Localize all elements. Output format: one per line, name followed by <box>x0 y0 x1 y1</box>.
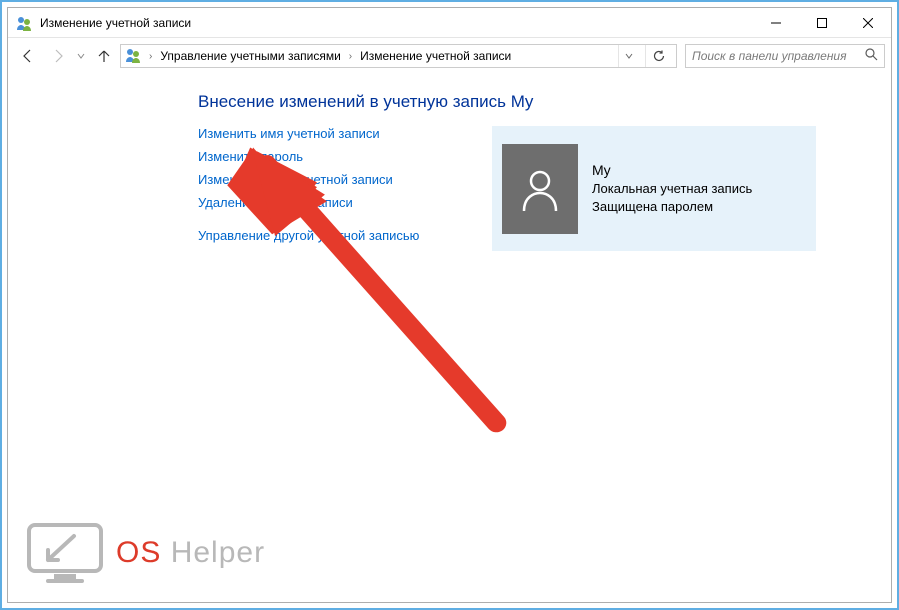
avatar <box>502 144 578 234</box>
window-title: Изменение учетной записи <box>40 16 191 30</box>
link-manage-other[interactable]: Управление другой учетной записью <box>198 228 419 243</box>
search-input[interactable] <box>692 49 865 63</box>
up-button[interactable] <box>90 42 118 70</box>
minimize-button[interactable] <box>753 8 799 38</box>
content-area: Внесение изменений в учетную запись My И… <box>8 74 891 602</box>
navbar: › Управление учетными записями › Изменен… <box>8 38 891 74</box>
back-button[interactable] <box>14 42 42 70</box>
account-status: Защищена паролем <box>592 198 752 216</box>
page-heading: Внесение изменений в учетную запись My <box>198 92 891 112</box>
link-change-password[interactable]: Изменить пароль <box>198 149 303 164</box>
link-delete-account[interactable]: Удаление учетной записи <box>198 195 353 210</box>
chevron-right-icon[interactable]: › <box>347 51 354 62</box>
account-name: My <box>592 161 752 181</box>
account-card[interactable]: My Локальная учетная запись Защищена пар… <box>492 126 816 251</box>
action-links: Изменить имя учетной записи Изменить пар… <box>198 126 488 251</box>
account-type: Локальная учетная запись <box>592 180 752 198</box>
search-icon[interactable] <box>865 48 878 64</box>
refresh-button[interactable] <box>645 45 672 67</box>
breadcrumb-change-account[interactable]: Изменение учетной записи <box>360 49 511 63</box>
user-accounts-icon <box>16 15 32 31</box>
address-dropdown[interactable] <box>618 45 639 67</box>
maximize-button[interactable] <box>799 8 845 38</box>
close-button[interactable] <box>845 8 891 38</box>
monitor-icon <box>26 522 104 584</box>
link-change-type[interactable]: Изменение типа учетной записи <box>198 172 393 187</box>
recent-dropdown[interactable] <box>74 49 88 63</box>
titlebar: Изменение учетной записи <box>8 8 891 38</box>
watermark-text: OS Helper <box>116 536 265 570</box>
user-accounts-icon <box>125 47 141 66</box>
search-box[interactable] <box>685 44 885 68</box>
forward-button[interactable] <box>44 42 72 70</box>
link-rename-account[interactable]: Изменить имя учетной записи <box>198 126 380 141</box>
address-bar[interactable]: › Управление учетными записями › Изменен… <box>120 44 677 68</box>
account-info: My Локальная учетная запись Защищена пар… <box>592 161 752 217</box>
chevron-right-icon[interactable]: › <box>147 51 154 62</box>
breadcrumb-manage-accounts[interactable]: Управление учетными записями <box>160 49 340 63</box>
watermark: OS Helper <box>26 522 265 584</box>
